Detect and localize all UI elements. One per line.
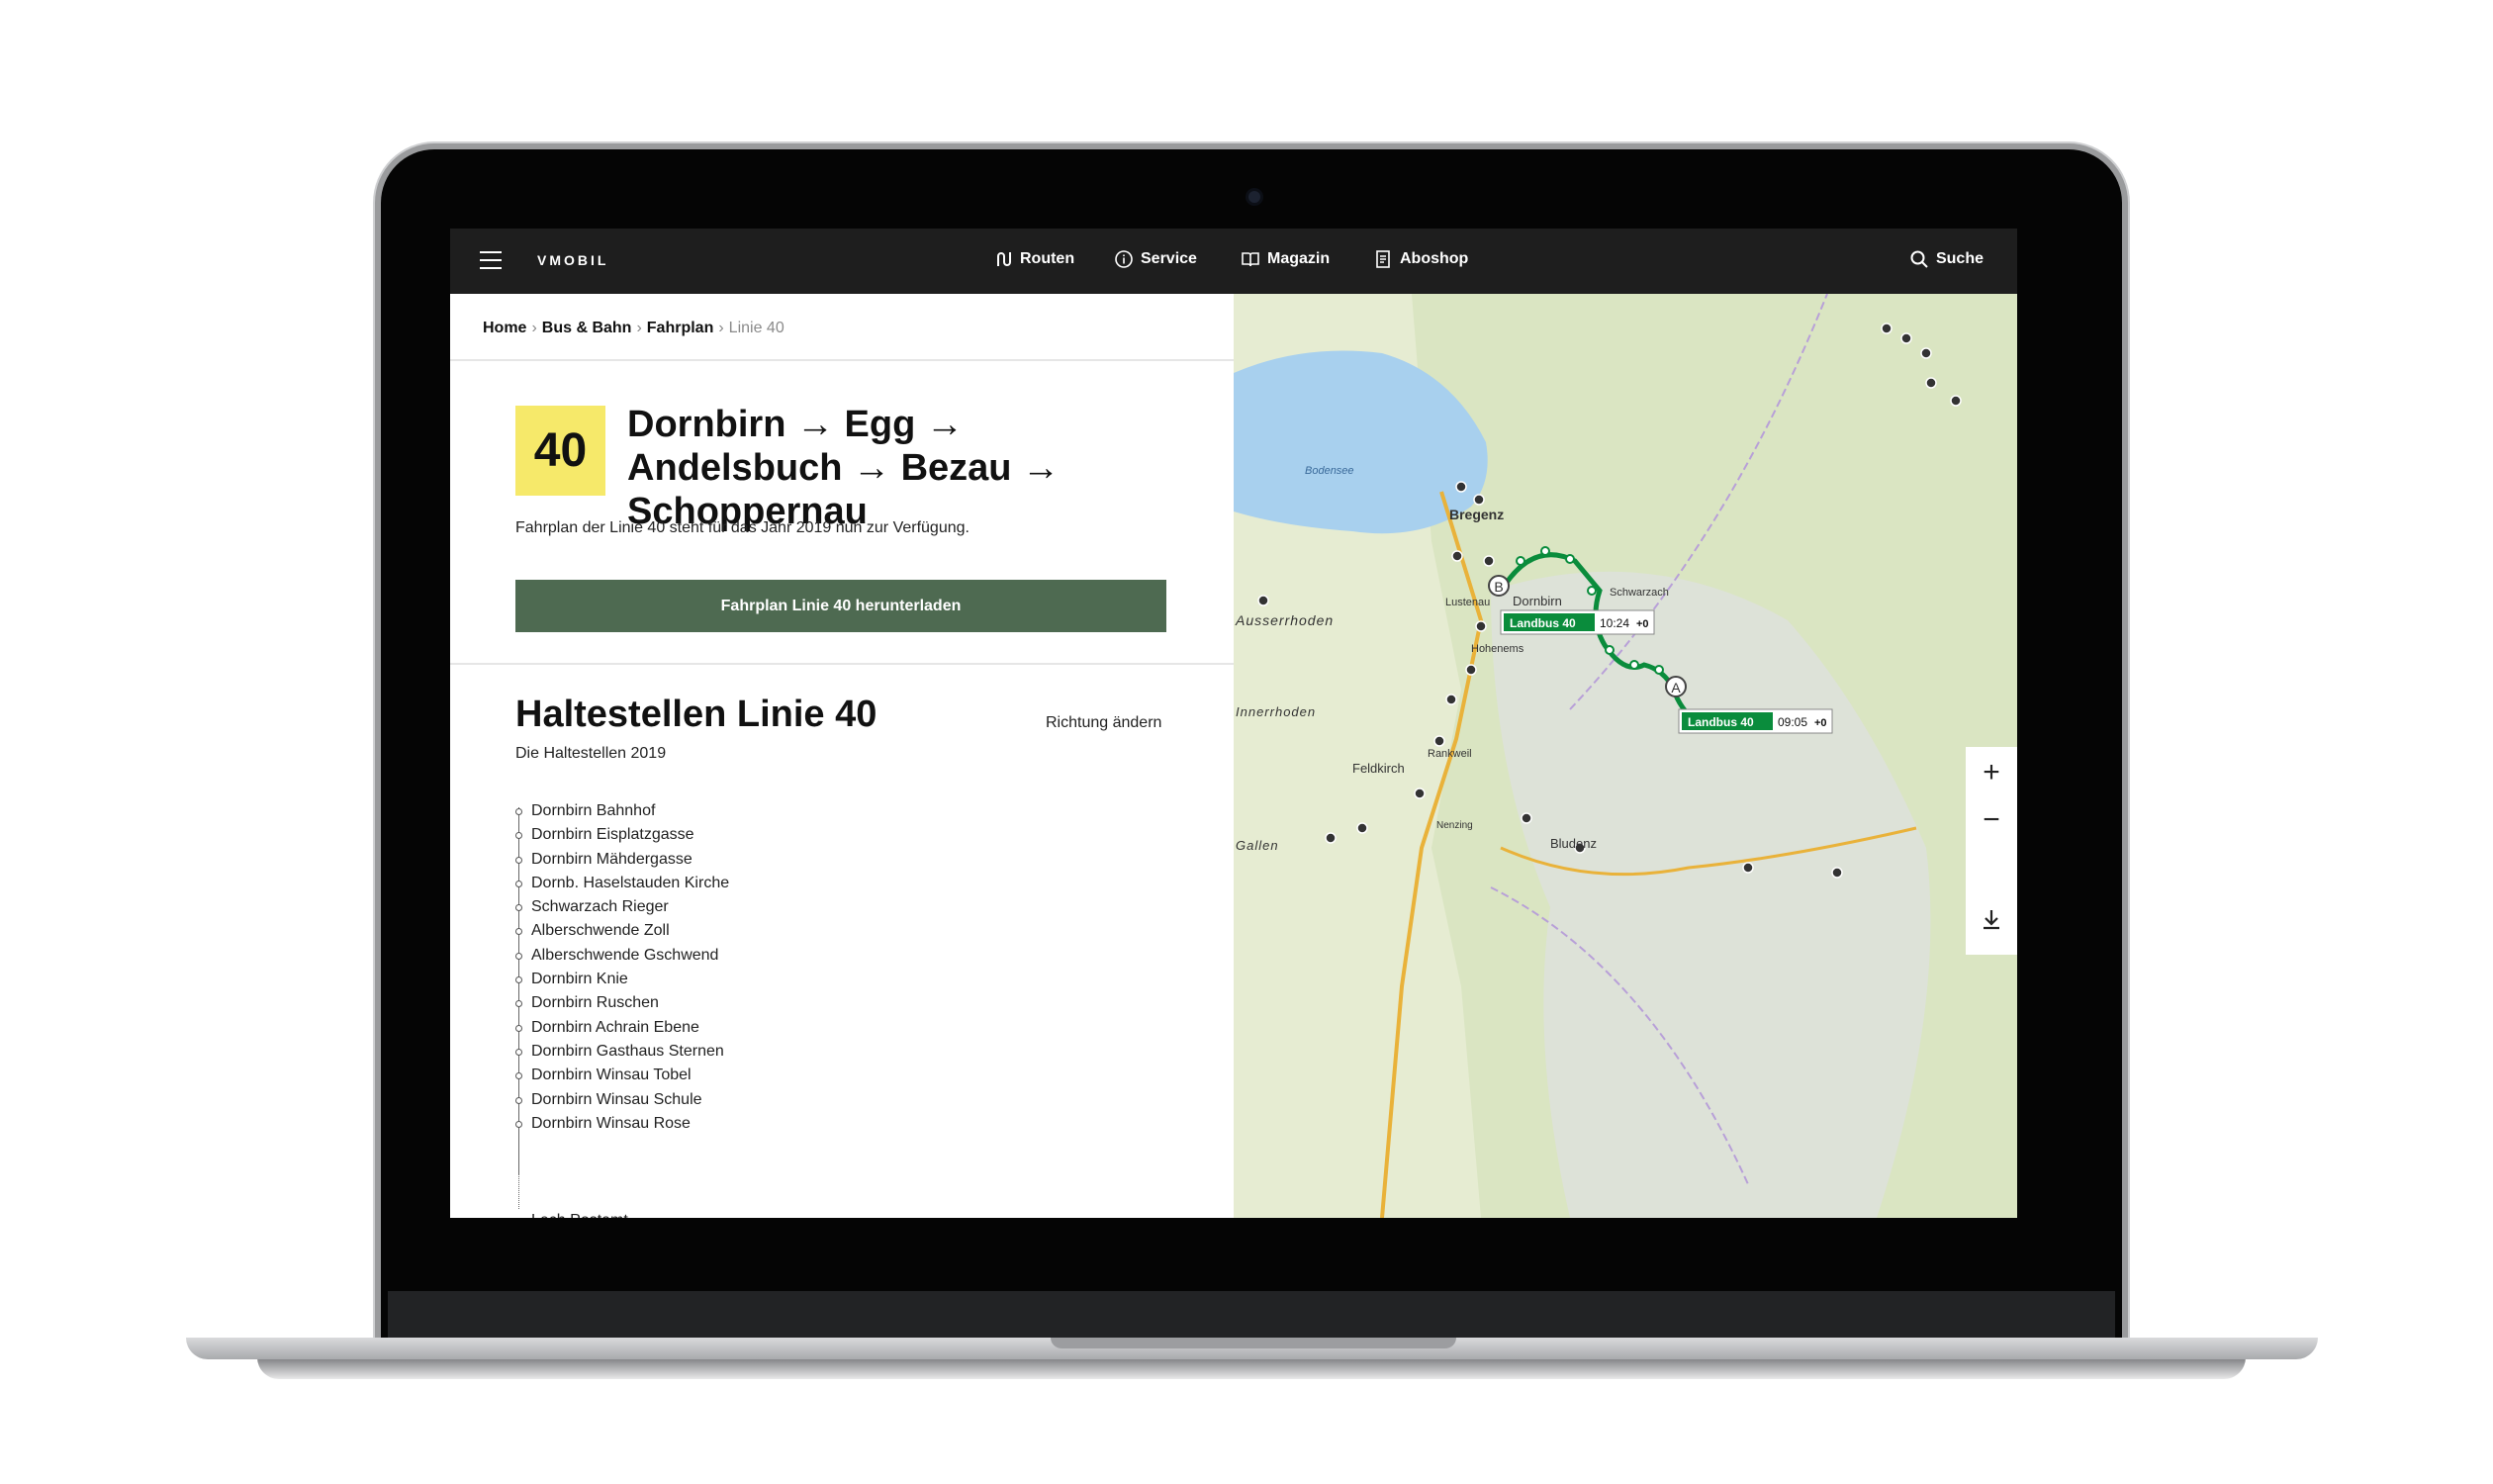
label-feldkirch: Feldkirch — [1352, 761, 1405, 776]
marker-a-label: A — [1671, 680, 1681, 696]
nav-magazin-label: Magazin — [1267, 250, 1331, 267]
line-route-title: Dornbirn → Egg → Andelsbuch → Bezau → Sc… — [627, 404, 1061, 532]
nav-routen-label: Routen — [1020, 250, 1075, 267]
nav-service[interactable]: Service — [1115, 250, 1197, 268]
stops-connector-dotted — [518, 1173, 519, 1209]
stop-item[interactable]: Dornbirn Winsau Rose — [515, 1112, 729, 1136]
download-icon — [1984, 910, 1999, 930]
label-dornbirn: Dornbirn — [1513, 594, 1562, 608]
label-bregenz: Bregenz — [1449, 507, 1504, 522]
breadcrumb-current: Linie 40 — [728, 320, 785, 336]
marker-b[interactable]: B — [1488, 575, 1510, 597]
stop-item[interactable]: Dornbirn Knie — [515, 968, 729, 991]
label-schwarzach: Schwarzach — [1610, 587, 1669, 599]
label-ausserrhoden: Ausserrhoden — [1235, 612, 1334, 628]
zoom-out-button[interactable]: − — [1966, 796, 2017, 844]
laptop-notch — [1051, 1338, 1456, 1348]
document-icon — [1376, 250, 1390, 268]
nav-aboshop[interactable]: Aboshop — [1374, 250, 1468, 268]
bus-label-1-time: 10:24 — [1600, 616, 1629, 630]
download-timetable-button[interactable]: Fahrplan Linie 40 herunterladen — [515, 580, 1166, 632]
stop-item[interactable]: Alberschwende Zoll — [515, 919, 729, 943]
line-number-badge: 40 — [515, 406, 605, 496]
breadcrumb-home[interactable]: Home — [483, 320, 526, 336]
label-innerrhoden: Innerrhoden — [1236, 704, 1316, 719]
zoom-in-button[interactable]: + — [1966, 749, 2017, 796]
divider — [450, 663, 1234, 665]
label-rankweil: Rankweil — [1428, 748, 1472, 760]
nav-routen[interactable]: Routen — [994, 250, 1074, 268]
label-bludenz: Bludenz — [1550, 836, 1597, 851]
stop-item[interactable]: Dornbirn Eisplatzgasse — [515, 823, 729, 847]
content-panel: Home › Bus & Bahn › Fahrplan › Linie 40 40 Dor… — [450, 294, 1234, 1218]
stop-item[interactable]: Dornbirn Mähdergasse — [515, 848, 729, 872]
label-lustenau: Lustenau — [1445, 597, 1490, 608]
bus-label-1-delay: +0 — [1636, 618, 1649, 630]
breadcrumb-bus-bahn[interactable]: Bus & Bahn — [542, 320, 632, 336]
browser-screen: VMOBIL Routen Service Magazin Aboshop Su… — [450, 229, 2017, 1218]
label-gallen: Gallen — [1236, 838, 1279, 853]
divider — [450, 359, 1234, 361]
breadcrumb-fahrplan[interactable]: Fahrplan — [647, 320, 714, 336]
label-hohenems: Hohenems — [1471, 643, 1524, 655]
top-navigation-bar: VMOBIL Routen Service Magazin Aboshop Su… — [450, 229, 2017, 294]
marker-b-label: B — [1494, 579, 1503, 595]
webcam — [1248, 191, 1260, 203]
laptop-base-shadow — [257, 1357, 2246, 1379]
bus-label-2-name: Landbus 40 — [1688, 715, 1754, 729]
search-icon — [1910, 250, 1928, 268]
stop-item[interactable]: Dornbirn Winsau Schule — [515, 1088, 729, 1112]
download-map-button[interactable] — [1966, 895, 2017, 943]
info-icon — [1115, 250, 1133, 268]
nav-service-label: Service — [1141, 250, 1197, 267]
bus-label-1-name: Landbus 40 — [1510, 616, 1576, 630]
minus-icon: − — [1983, 803, 2000, 836]
stop-item-last[interactable]: Lech Postamt — [515, 1209, 628, 1218]
bus-label-2-time: 09:05 — [1778, 715, 1807, 729]
label-bodensee: Bodensee — [1305, 465, 1354, 477]
change-direction-button[interactable]: Richtung ändern — [1046, 714, 1161, 732]
stops-list: Dornbirn Bahnhof Dornbirn Eisplatzgasse … — [515, 799, 729, 1136]
bus-label-1[interactable]: Landbus 40 10:24 +0 — [1500, 609, 1655, 635]
nav-magazin[interactable]: Magazin — [1242, 250, 1330, 268]
stops-title: Haltestellen Linie 40 — [515, 694, 877, 735]
marker-a[interactable]: A — [1665, 676, 1687, 697]
bus-label-2[interactable]: Landbus 40 09:05 +0 — [1678, 708, 1833, 734]
stop-item[interactable]: Dornbirn Winsau Tobel — [515, 1064, 729, 1087]
route-icon — [997, 252, 1011, 266]
line-subtitle: Fahrplan der Linie 40 steht für das Jahr… — [515, 519, 970, 536]
stop-item[interactable]: Dornbirn Bahnhof — [515, 799, 729, 823]
main-nav: Routen Service Magazin Aboshop — [450, 229, 2017, 294]
plus-icon: + — [1983, 756, 2000, 788]
book-icon — [1242, 252, 1259, 267]
map-controls: + − — [1966, 747, 2017, 955]
bus-label-2-delay: +0 — [1814, 717, 1827, 729]
stops-subtitle: Die Haltestellen 2019 — [515, 745, 667, 762]
stop-item[interactable]: Dornbirn Gasthaus Sternen — [515, 1040, 729, 1064]
search-label: Suche — [1935, 250, 1984, 267]
nav-aboshop-label: Aboshop — [1400, 250, 1469, 267]
laptop-chin — [388, 1291, 2115, 1343]
breadcrumb: Home › Bus & Bahn › Fahrplan › Linie 40 — [483, 320, 785, 336]
stop-item[interactable]: Dornbirn Ruschen — [515, 991, 729, 1015]
stop-item[interactable]: Alberschwende Gschwend — [515, 944, 729, 968]
stop-item[interactable]: Schwarzach Rieger — [515, 895, 729, 919]
search-button[interactable]: Suche — [1910, 250, 1984, 268]
map-canvas[interactable]: B A Landbus 40 10:24 +0 Landbus 40 09:05… — [1234, 294, 2017, 1218]
route-map[interactable]: B A Landbus 40 10:24 +0 Landbus 40 09:05… — [1234, 294, 2017, 1218]
label-nenzing: Nenzing — [1436, 820, 1473, 831]
stop-item[interactable]: Dornb. Haselstauden Kirche — [515, 872, 729, 895]
stop-item[interactable]: Dornbirn Achrain Ebene — [515, 1016, 729, 1040]
